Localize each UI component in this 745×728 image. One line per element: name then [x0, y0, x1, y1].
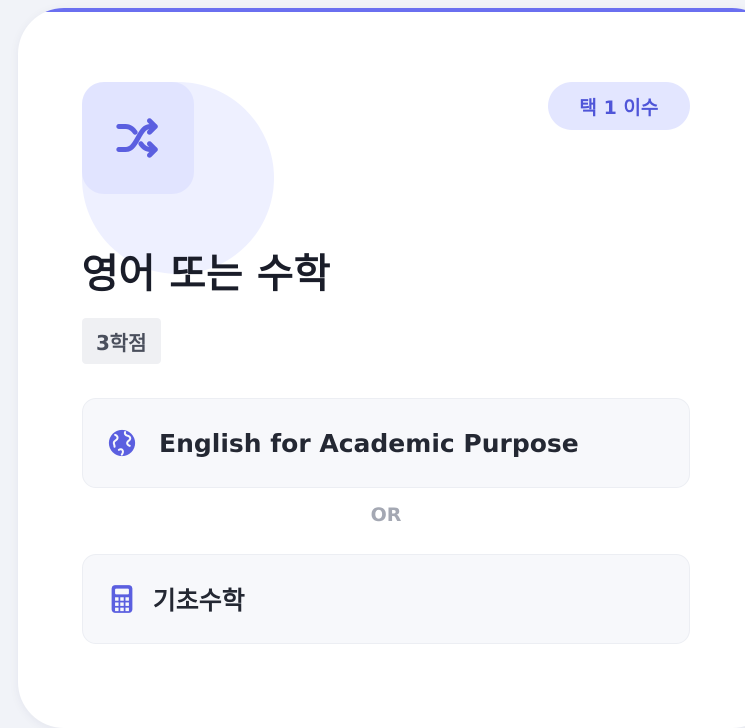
shuffle-icon-box	[82, 82, 194, 194]
selection-rule-badge: 택 1 이수	[548, 82, 690, 130]
option-english-label: English for Academic Purpose	[159, 428, 579, 458]
card-accent-bar	[18, 8, 745, 12]
shuffle-icon	[116, 118, 158, 158]
option-english[interactable]: English for Academic Purpose	[82, 398, 690, 488]
course-group-title: 영어 또는 수학	[82, 251, 331, 297]
globe-icon	[105, 426, 139, 460]
course-choice-card: 택 1 이수 영어 또는 수학 3학점 English for Academic…	[18, 8, 745, 728]
calculator-icon	[105, 582, 139, 616]
option-math-label: 기초수학	[153, 586, 246, 615]
or-separator: OR	[370, 504, 402, 526]
credits-tag: 3학점	[82, 318, 161, 364]
option-math[interactable]: 기초수학	[82, 554, 690, 644]
